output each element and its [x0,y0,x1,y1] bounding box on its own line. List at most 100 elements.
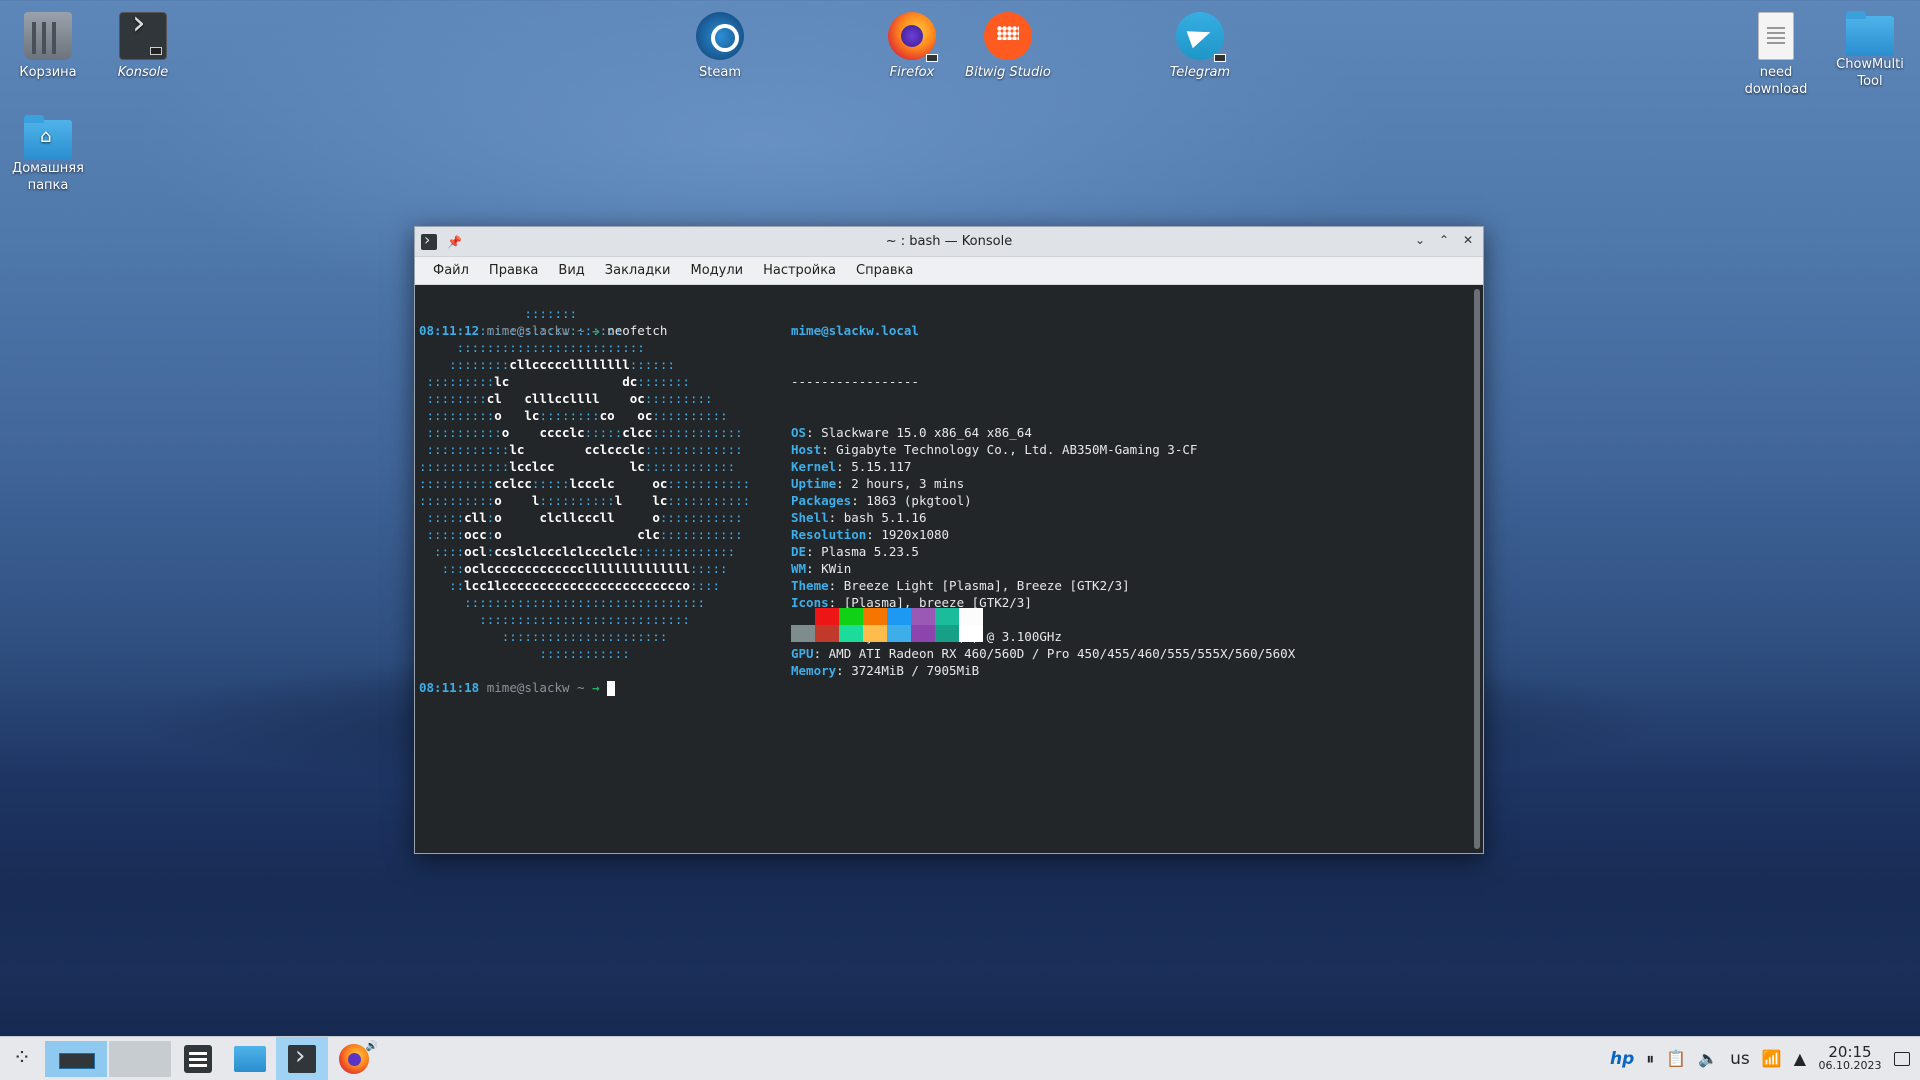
telegram-icon [1176,12,1226,62]
desktop-icon-label: Steam [699,65,741,80]
info-value: Gigabyte Technology Co., Ltd. AB350M-Gam… [836,442,1198,457]
virtual-desktop-2[interactable] [109,1040,171,1077]
logo-line: :::::::::::::::::::::::::::: [419,612,690,627]
info-field: Memory: 3724MiB / 7905MiB [791,663,980,678]
close-button[interactable]: ✕ [1461,233,1475,247]
info-header: mime@slackw.local [791,323,919,338]
desktop-icon-trash[interactable]: Корзина [0,4,96,81]
clipboard-icon[interactable]: 📋 [1666,1051,1686,1067]
tray-expand-icon[interactable]: ▲ [1794,1051,1806,1067]
menu-settings[interactable]: Настройка [753,263,846,278]
palette-swatch [935,625,959,642]
menubar: Файл Правка Вид Закладки Модули Настройк… [415,257,1483,285]
info-field: GPU: AMD ATI Radeon RX 460/560D / Pro 45… [791,646,1296,661]
info-key: Resolution [791,527,867,542]
show-desktop-button[interactable] [1894,1052,1910,1066]
app-launcher-button[interactable]: ⁘ [0,1037,44,1080]
logo-line: :::::::::o lc::::::::co oc:::::::::: [419,408,728,423]
prompt-time: 08:11:18 [419,680,480,695]
task-file-manager[interactable] [224,1037,276,1080]
menu-help[interactable]: Справка [846,263,923,278]
desktop-icon-bitwig[interactable]: Bitwig Studio [960,4,1056,81]
palette-swatch [839,608,863,625]
prompt-line-active: 08:11:18 mime@slackw ~ → [419,679,616,696]
logo-line: :::::cll:o clcllcccll o::::::::::: [419,510,743,525]
palette-swatch [887,625,911,642]
task-firefox[interactable]: 🔊 [328,1037,380,1080]
folder-icon [1846,11,1894,56]
system-tray: hp ⏸ 📋 🔈 us 📶 ▲ 20:15 06.10.2023 [1610,1037,1920,1080]
minimize-button[interactable]: ⌄ [1413,233,1427,247]
task-konsole[interactable] [276,1036,328,1080]
keyboard-layout[interactable]: us [1730,1051,1750,1068]
info-field: Uptime: 2 hours, 3 mins [791,476,965,491]
desktop-icon-home[interactable]: Домашняя папка [0,108,96,194]
firefox-icon [339,1043,369,1074]
desktop-icon-label: ChowMulti Tool [1836,57,1904,89]
konsole-window[interactable]: 📌 ~ : bash — Konsole ⌄ ⌃ ✕ Файл Правка В… [414,226,1484,854]
desktop-icon-firefox[interactable]: Firefox [864,4,960,81]
palette-swatch [863,625,887,642]
desktop-icon-telegram[interactable]: Telegram [1152,4,1248,81]
pin-icon[interactable]: 📌 [447,235,462,249]
info-value: KWin [821,561,852,576]
desktop-icon-need-download[interactable]: need download [1728,4,1824,98]
palette-swatch [959,625,983,642]
maximize-button[interactable]: ⌃ [1437,233,1451,247]
menu-bookmarks[interactable]: Закладки [595,263,681,278]
logo-line: ::::::::::o l::::::::::l lc::::::::::: [419,493,751,508]
palette-swatch [815,608,839,625]
info-key: OS [791,425,807,440]
logo-line: ::::::::::::::::::: [419,323,623,338]
prompt-arrow: → [592,680,600,695]
firefox-icon [888,12,938,62]
info-key: Packages [791,493,852,508]
palette-swatch [911,608,935,625]
document-icon [1758,12,1794,60]
palette-swatch [791,608,815,625]
info-key: Uptime [791,476,837,491]
palette-swatch [839,625,863,642]
logo-line: ::::::::::o cccclc:::::clcc:::::::::::: [419,425,743,440]
color-palette [791,608,983,642]
palette-swatch [863,608,887,625]
window-titlebar[interactable]: 📌 ~ : bash — Konsole ⌄ ⌃ ✕ [415,227,1483,257]
media-pause-icon[interactable]: ⏸ [1646,1051,1654,1067]
menu-view[interactable]: Вид [548,263,594,278]
info-key: DE [791,544,807,559]
prompt-user: mime@slackw ~ [486,680,585,695]
task-system-settings[interactable] [172,1037,224,1080]
logo-line: ::::::::::::lcclcc lc:::::::::::: [419,459,736,474]
clock-time: 20:15 [1828,1043,1872,1061]
virtual-desktop-pager[interactable] [44,1037,172,1080]
wifi-icon[interactable]: 📶 [1762,1051,1782,1067]
digital-clock[interactable]: 20:15 06.10.2023 [1818,1045,1882,1073]
menu-file[interactable]: Файл [423,263,479,278]
launcher-icon: ⁘ [12,1046,32,1071]
scrollbar-thumb[interactable] [1474,289,1480,849]
logo-line: :::::::::lc dc::::::: [419,374,690,389]
virtual-desktop-1[interactable] [45,1040,107,1077]
desktop-icon-konsole[interactable]: Konsole [95,4,191,81]
desktop-icon-chowmulti[interactable]: ChowMulti Tool [1822,4,1918,90]
terminal-scrollbar[interactable] [1474,289,1480,849]
desktop-icon-label: Konsole [117,65,169,80]
palette-swatch [815,625,839,642]
bitwig-icon [984,12,1032,60]
logo-line: ::::::::cllcccccllllllll:::::: [419,357,675,372]
konsole-app-icon[interactable] [421,230,437,250]
terminal-area[interactable]: 08:11:12 mime@slackw ~ → neofetch ::::::… [415,286,1469,853]
info-key: Kernel [791,459,837,474]
info-separator: ----------------- [791,374,919,389]
konsole-icon [288,1041,316,1073]
logo-line: :::oclcccccccccccccllllllllllllll::::: [419,561,728,576]
logo-line: :::::::::::lc cclccclc::::::::::::: [419,442,743,457]
info-value: Plasma 5.23.5 [821,544,919,559]
menu-edit[interactable]: Правка [479,263,548,278]
menu-plugins[interactable]: Модули [680,263,753,278]
volume-icon[interactable]: 🔈 [1698,1051,1718,1067]
hp-printer-icon[interactable]: hp [1610,1051,1634,1068]
palette-swatch [959,608,983,625]
logo-line: ::lcc1lcccccccccccccccccccccccco:::: [419,578,721,593]
desktop-icon-steam[interactable]: Steam [672,4,768,81]
